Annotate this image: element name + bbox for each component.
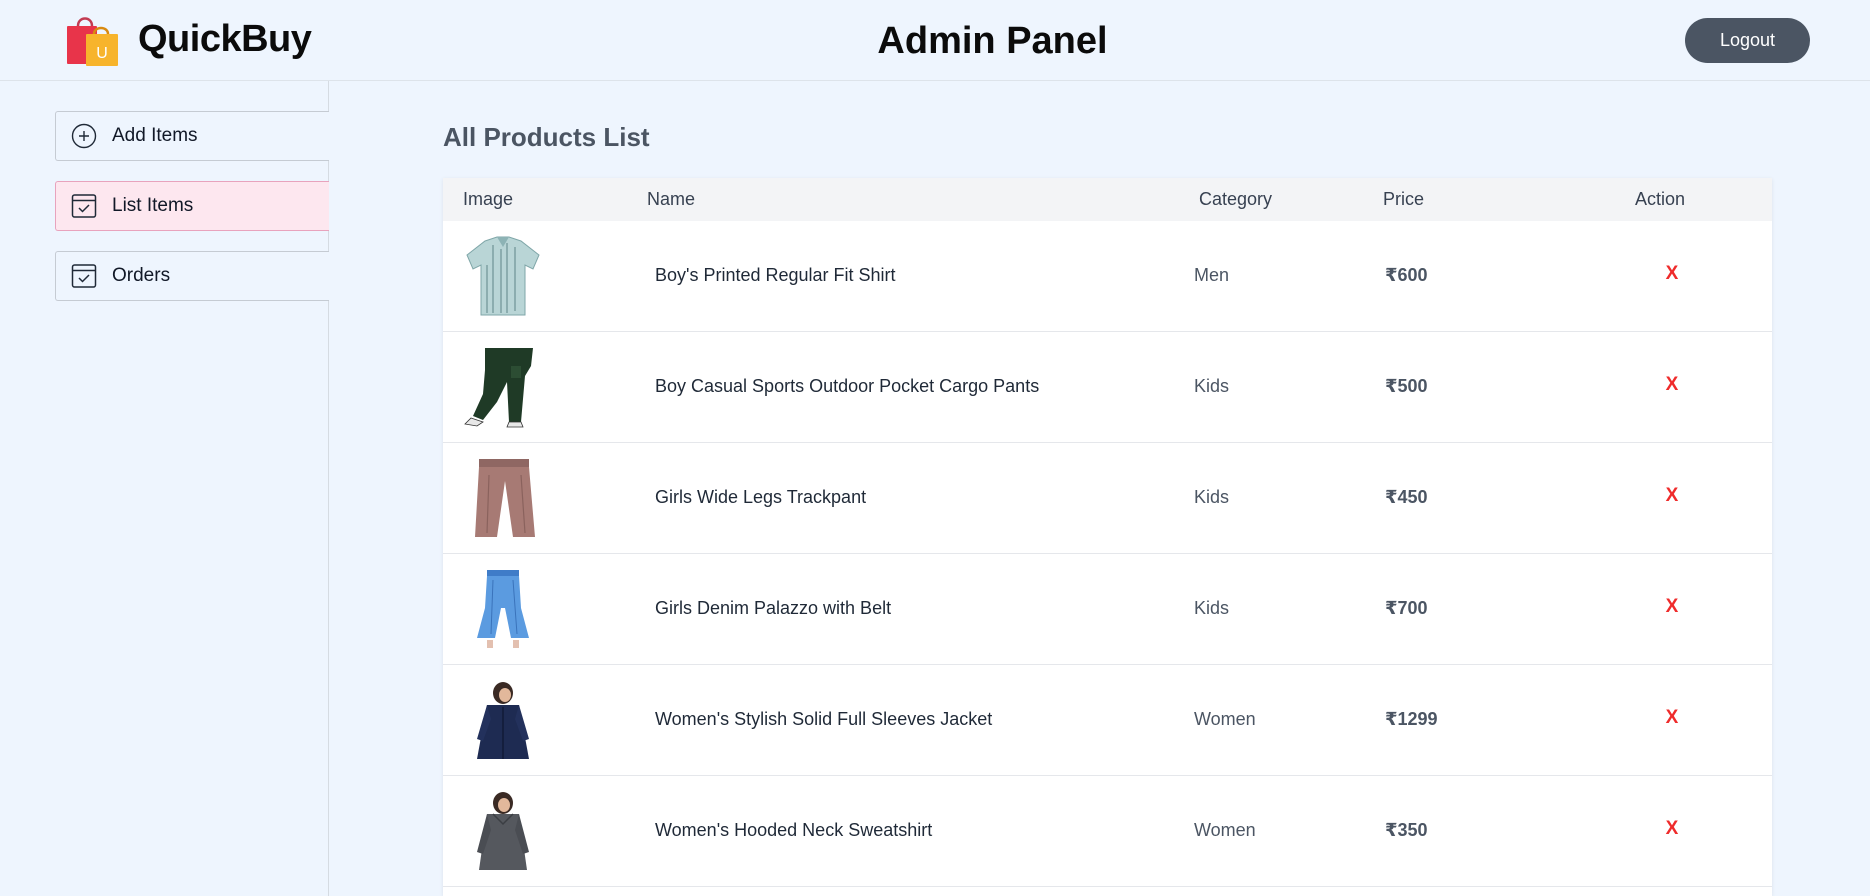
table-row: Women's Stylish Solid Full Sleeves Jacke… [443, 665, 1772, 776]
plus-circle-icon [70, 122, 98, 150]
product-price: ₹450 [1385, 487, 1428, 507]
sidebar-item-list-items[interactable]: List Items [55, 181, 329, 231]
column-header-action: Action [1635, 189, 1686, 209]
delete-button[interactable]: X [1659, 818, 1685, 844]
product-price: ₹1299 [1385, 709, 1438, 729]
sidebar-item-orders[interactable]: Orders [55, 251, 329, 301]
product-category: Women [1194, 709, 1256, 729]
delete-button[interactable]: X [1659, 374, 1685, 400]
product-category: Women [1194, 820, 1256, 840]
delete-button[interactable]: X [1659, 485, 1685, 511]
column-header-price: Price [1383, 189, 1425, 209]
jacket-image [477, 682, 529, 759]
sidebar-item-label: Add Items [112, 125, 198, 146]
sidebar-item-label: List Items [112, 195, 194, 216]
shirt-image [466, 236, 540, 316]
products-table: Image Name Category Price Action Boy's P… [443, 178, 1772, 896]
column-header-name: Name [647, 189, 696, 209]
delete-button[interactable]: X [1659, 263, 1685, 289]
product-category: Kids [1194, 376, 1230, 396]
cargo-pants-image [464, 348, 533, 428]
product-name: Women's Stylish Solid Full Sleeves Jacke… [655, 709, 993, 729]
page-title: Admin Panel [877, 20, 1108, 62]
checkbox-icon [70, 192, 98, 220]
top-header: U QuickBuy Admin Panel Logout [0, 0, 1870, 81]
product-category: Kids [1194, 598, 1230, 618]
palazzo-image [477, 570, 529, 648]
product-price: ₹600 [1385, 265, 1428, 285]
sidebar: Add Items List Items Orders [0, 81, 329, 896]
product-name: Boy Casual Sports Outdoor Pocket Cargo P… [655, 376, 1040, 396]
delete-button[interactable]: X [1659, 596, 1685, 622]
sidebar-item-label: Orders [112, 265, 171, 286]
table-header: Image Name Category Price Action [443, 178, 1772, 221]
delete-button[interactable]: X [1659, 707, 1685, 733]
table-row: Boy Casual Sports Outdoor Pocket Cargo P… [443, 332, 1772, 443]
product-price: ₹350 [1385, 820, 1428, 840]
table-row: Girls Wide Legs Trackpant Kids ₹450 X [443, 443, 1772, 554]
product-category: Men [1194, 265, 1230, 285]
product-price: ₹700 [1385, 598, 1428, 618]
sidebar-item-add-items[interactable]: Add Items [55, 111, 329, 161]
product-name: Girls Wide Legs Trackpant [655, 487, 867, 507]
column-header-image: Image [463, 189, 514, 209]
product-name: Boy's Printed Regular Fit Shirt [655, 265, 896, 285]
sweatshirt-image [477, 792, 529, 870]
product-price: ₹500 [1385, 376, 1428, 396]
section-title: All Products List [443, 122, 650, 152]
table-row: Girls Denim Palazzo with Belt Kids ₹700 … [443, 554, 1772, 665]
table-row: Women's Hooded Neck Sweatshirt Women ₹35… [443, 776, 1772, 887]
trackpant-image [475, 459, 535, 537]
logout-button[interactable]: Logout [1685, 18, 1810, 63]
column-header-category: Category [1199, 189, 1273, 209]
table-row: Boy's Printed Regular Fit Shirt Men ₹600… [443, 221, 1772, 332]
product-name: Women's Hooded Neck Sweatshirt [655, 820, 933, 840]
product-name: Girls Denim Palazzo with Belt [655, 598, 892, 618]
checkbox-icon [70, 262, 98, 290]
product-category: Kids [1194, 487, 1230, 507]
